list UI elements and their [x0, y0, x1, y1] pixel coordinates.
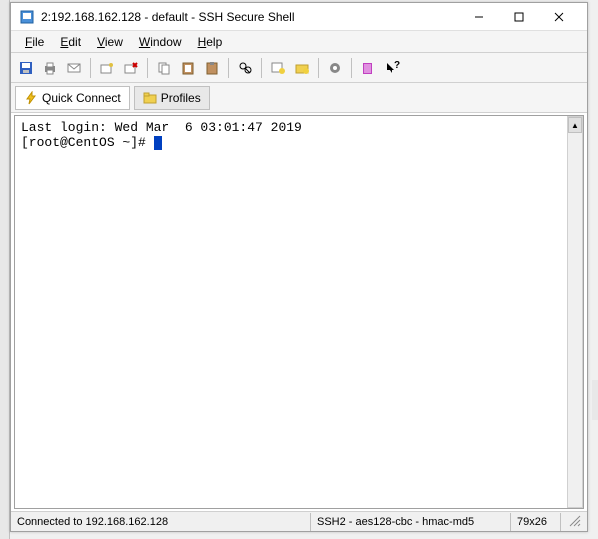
copy-icon[interactable]: [153, 57, 175, 79]
settings-icon[interactable]: [324, 57, 346, 79]
status-connection: Connected to 192.168.162.128: [11, 513, 311, 531]
resize-grip[interactable]: [561, 513, 587, 531]
menu-view[interactable]: View: [89, 33, 131, 51]
print-icon[interactable]: [39, 57, 61, 79]
cursor: [154, 136, 162, 150]
status-protocol: SSH2 - aes128-cbc - hmac-md5: [311, 513, 511, 531]
background-edge-r: [592, 380, 598, 420]
mail-icon[interactable]: [63, 57, 85, 79]
folder-icon: [143, 91, 157, 105]
lightning-icon: [24, 91, 38, 105]
background-edge: [0, 0, 10, 539]
svg-text:?: ?: [394, 60, 400, 71]
menubar: File Edit View Window Help: [11, 31, 587, 53]
toolbar: ?: [11, 53, 587, 83]
profiles-label: Profiles: [161, 91, 201, 105]
close-button[interactable]: [539, 4, 579, 30]
menu-help[interactable]: Help: [190, 33, 231, 51]
shell-prompt: [root@CentOS ~]#: [21, 135, 154, 150]
profiles-button[interactable]: Profiles: [134, 86, 210, 110]
new-terminal-icon[interactable]: [267, 57, 289, 79]
app-icon: [19, 9, 35, 25]
terminal-scrollbar[interactable]: ▲: [567, 116, 583, 508]
find-icon[interactable]: [234, 57, 256, 79]
app-window: 2:192.168.162.128 - default - SSH Secure…: [10, 2, 588, 532]
window-title: 2:192.168.162.128 - default - SSH Secure…: [41, 10, 459, 24]
whatsthis-icon[interactable]: ?: [381, 57, 403, 79]
paste-icon[interactable]: [177, 57, 199, 79]
minimize-button[interactable]: [459, 4, 499, 30]
help-book-icon[interactable]: [357, 57, 379, 79]
clipboard-icon[interactable]: [201, 57, 223, 79]
connection-toolbar: Quick Connect Profiles: [11, 83, 587, 113]
disconnect-icon[interactable]: [120, 57, 142, 79]
terminal-area[interactable]: Last login: Wed Mar 6 03:01:47 2019 [roo…: [14, 115, 584, 509]
menu-edit[interactable]: Edit: [52, 33, 89, 51]
quick-connect-button[interactable]: Quick Connect: [15, 86, 130, 110]
maximize-button[interactable]: [499, 4, 539, 30]
last-login-line: Last login: Wed Mar 6 03:01:47 2019: [21, 120, 302, 135]
titlebar[interactable]: 2:192.168.162.128 - default - SSH Secure…: [11, 3, 587, 31]
statusbar: Connected to 192.168.162.128 SSH2 - aes1…: [11, 511, 587, 531]
menu-file[interactable]: File: [17, 33, 52, 51]
menu-window[interactable]: Window: [131, 33, 190, 51]
connect-icon[interactable]: [96, 57, 118, 79]
status-dimensions: 79x26: [511, 513, 561, 531]
save-icon[interactable]: [15, 57, 37, 79]
quick-connect-label: Quick Connect: [42, 91, 121, 105]
scroll-up-arrow[interactable]: ▲: [568, 117, 582, 133]
new-ftp-icon[interactable]: [291, 57, 313, 79]
